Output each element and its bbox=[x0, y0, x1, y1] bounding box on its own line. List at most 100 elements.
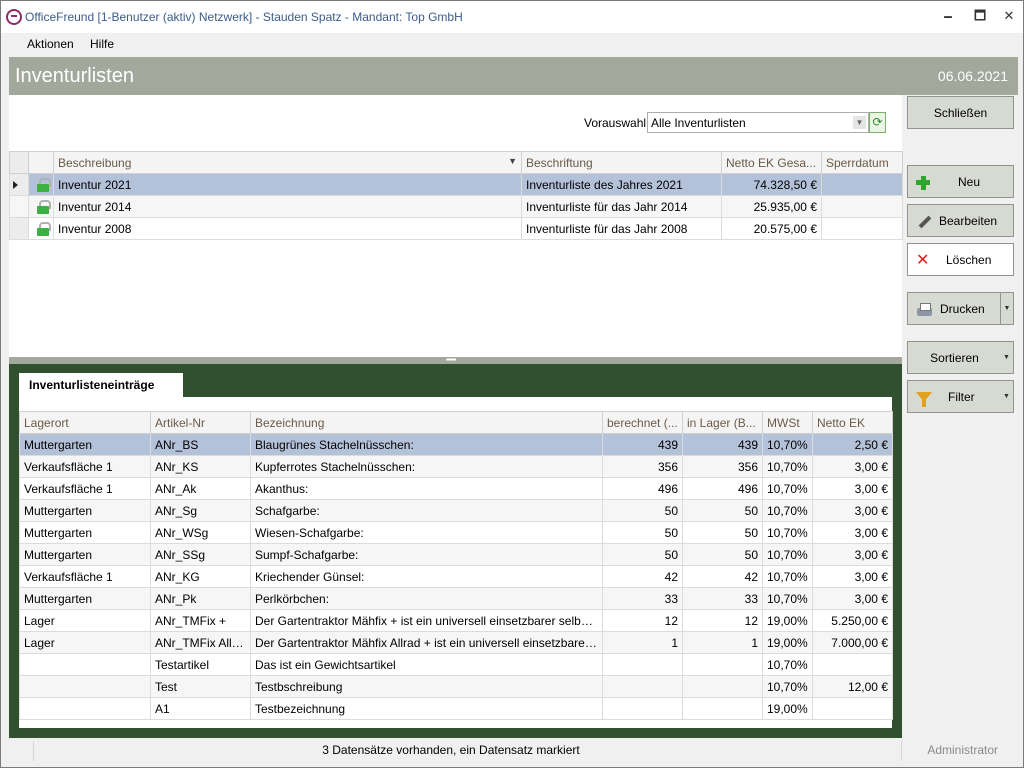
chevron-down-icon[interactable]: ▼ bbox=[1000, 293, 1013, 324]
cell-mwst: 19,00% bbox=[762, 697, 813, 720]
col-netto-ek[interactable]: Netto EK bbox=[812, 411, 893, 434]
cell-lagerort: Muttergarten bbox=[19, 499, 151, 522]
table-row[interactable]: Muttergarten ANr_WSg Wiesen-Schafgarbe: 50 5… bbox=[19, 521, 893, 544]
col-in-lager[interactable]: in Lager (B... bbox=[682, 411, 763, 434]
edit-button[interactable]: Bearbeiten bbox=[907, 204, 1014, 237]
cell-bezeichnung: Der Gartentraktor Mähfix + ist ein unive… bbox=[250, 609, 603, 632]
filter-button[interactable]: Filter ▼ bbox=[907, 380, 1014, 413]
cell-berechnet: 496 bbox=[602, 477, 683, 500]
cell-bezeichnung: Akanthus: bbox=[250, 477, 603, 500]
table-row[interactable]: Verkaufsfläche 1 ANr_KG Kriechender Günsel… bbox=[19, 565, 893, 588]
table-row[interactable]: Lager ANr_TMFix + Der Gartentraktor Mähfix… bbox=[19, 609, 893, 632]
new-button[interactable]: Neu bbox=[907, 165, 1014, 198]
print-button[interactable]: Drucken ▼ bbox=[907, 292, 1014, 325]
cell-berechnet: 42 bbox=[602, 565, 683, 588]
table-row[interactable]: A1 Testbezeichnung 19,00% bbox=[19, 697, 893, 720]
sort-button[interactable]: Sortieren ▼ bbox=[907, 341, 1014, 374]
cell-bezeichnung: Perlkörbchen: bbox=[250, 587, 603, 610]
table-row[interactable]: Verkaufsfläche 1 ANr_KS Kupferrotes Stache… bbox=[19, 455, 893, 478]
grip-icon[interactable]: ▪▪▪▪▪ bbox=[446, 356, 456, 364]
plus-icon bbox=[916, 175, 932, 191]
lock-icon bbox=[37, 177, 51, 192]
lock-cell bbox=[28, 173, 54, 196]
cell-in-lager: 33 bbox=[682, 587, 763, 610]
vorauswahl-select[interactable]: Alle Inventurlisten ▼ bbox=[647, 112, 869, 133]
close-window-button[interactable]: ✕ bbox=[998, 7, 1020, 25]
cell-sperrdatum bbox=[821, 195, 903, 218]
cell-netto-ek bbox=[812, 653, 893, 676]
cell-artikel-nr: ANr_TMFix Allrad bbox=[150, 631, 251, 654]
col-bezeichnung[interactable]: Bezeichnung bbox=[250, 411, 603, 434]
cell-beschriftung: Inventurliste für das Jahr 2014 bbox=[521, 195, 722, 218]
table-row[interactable]: Muttergarten ANr_SSg Sumpf-Schafgarbe: 50 50… bbox=[19, 543, 893, 566]
cell-netto-ek: 3,00 € bbox=[812, 521, 893, 544]
chevron-down-icon[interactable]: ▼ bbox=[853, 116, 866, 129]
chevron-down-icon[interactable]: ▼ bbox=[1000, 342, 1013, 373]
edit-button-label: Bearbeiten bbox=[939, 214, 998, 228]
cell-artikel-nr: Test bbox=[150, 675, 251, 698]
table-row[interactable]: Verkaufsfläche 1 ANr_Ak Akanthus: 496 496 10,… bbox=[19, 477, 893, 500]
table-row[interactable]: Testartikel Das ist ein Gewichtsartikel 10… bbox=[19, 653, 893, 676]
page-title: Inventurlisten bbox=[15, 65, 134, 87]
close-button[interactable]: Schließen bbox=[907, 96, 1014, 129]
cell-berechnet: 33 bbox=[602, 587, 683, 610]
cell-in-lager: 50 bbox=[682, 499, 763, 522]
col-berechnet[interactable]: berechnet (... bbox=[602, 411, 683, 434]
cell-berechnet: 50 bbox=[602, 521, 683, 544]
table-row[interactable]: Muttergarten ANr_Sg Schafgarbe: 50 50 10,70% 3… bbox=[19, 499, 893, 522]
cell-artikel-nr: ANr_Sg bbox=[150, 499, 251, 522]
table-row[interactable]: Muttergarten ANr_Pk Perlkörbchen: 33 33 10,70… bbox=[19, 587, 893, 610]
cell-in-lager: 439 bbox=[682, 433, 763, 456]
col-artikel-nr[interactable]: Artikel-Nr bbox=[150, 411, 251, 434]
cell-artikel-nr: ANr_SSg bbox=[150, 543, 251, 566]
print-button-label: Drucken bbox=[940, 302, 985, 316]
pane-splitter[interactable]: ▪▪▪▪▪ bbox=[9, 356, 902, 364]
menu-aktionen[interactable]: Aktionen bbox=[27, 37, 74, 51]
col-netto-ek[interactable]: Netto EK Gesa... bbox=[721, 151, 822, 174]
cell-netto-ek: 3,00 € bbox=[812, 587, 893, 610]
tab-inventurlisteneintraege[interactable]: Inventurlisteneinträge bbox=[19, 373, 183, 397]
cell-bezeichnung: Testbschreibung bbox=[250, 675, 603, 698]
col-beschriftung[interactable]: Beschriftung bbox=[521, 151, 722, 174]
col-lagerort[interactable]: Lagerort bbox=[19, 411, 151, 434]
table-row[interactable]: Muttergarten ANr_BS Blaugrünes Stachelnüss… bbox=[19, 433, 893, 456]
cell-berechnet bbox=[602, 675, 683, 698]
table-row[interactable]: Inventur 2014 Inventurliste für das Jahr… bbox=[9, 195, 903, 218]
col-sperrdatum[interactable]: Sperrdatum bbox=[821, 151, 903, 174]
cell-netto-ek: 25.935,00 € bbox=[721, 195, 822, 218]
cell-beschriftung: Inventurliste für das Jahr 2008 bbox=[521, 217, 722, 240]
menu-hilfe[interactable]: Hilfe bbox=[90, 37, 114, 51]
cell-netto-ek: 12,00 € bbox=[812, 675, 893, 698]
status-text: 3 Datensätze vorhanden, ein Datensatz ma… bbox=[322, 743, 580, 757]
cell-netto-ek: 20.575,00 € bbox=[721, 217, 822, 240]
table-row[interactable]: Inventur 2021 Inventurliste des Jahres 2… bbox=[9, 173, 903, 196]
lock-cell bbox=[28, 195, 54, 218]
cell-bezeichnung: Das ist ein Gewichtsartikel bbox=[250, 653, 603, 676]
status-divider bbox=[901, 741, 902, 761]
current-row-icon bbox=[13, 180, 18, 189]
app-window: OfficeFreund [1-Benutzer (aktiv) Netzwer… bbox=[0, 0, 1024, 768]
delete-button[interactable]: ✕ Löschen bbox=[907, 243, 1014, 276]
cell-bezeichnung: Blaugrünes Stachelnüsschen: bbox=[250, 433, 603, 456]
cell-beschriftung: Inventurliste des Jahres 2021 bbox=[521, 173, 722, 196]
cell-netto-ek: 5.250,00 € bbox=[812, 609, 893, 632]
col-beschreibung[interactable]: Beschreibung ▼ bbox=[53, 151, 522, 174]
table-row[interactable]: Lager ANr_TMFix Allrad Der Gartentraktor M… bbox=[19, 631, 893, 654]
page-header: Inventurlisten 06.06.2021 bbox=[9, 57, 1018, 95]
cell-berechnet bbox=[602, 653, 683, 676]
cell-artikel-nr: ANr_KG bbox=[150, 565, 251, 588]
refresh-icon[interactable]: ⟳ bbox=[869, 112, 886, 133]
chevron-down-icon[interactable]: ▼ bbox=[1000, 381, 1013, 412]
cell-in-lager: 50 bbox=[682, 543, 763, 566]
minimize-button[interactable]: 🗕 bbox=[937, 7, 959, 25]
table-row[interactable]: Test Testbschreibung 10,70% 12,00 € bbox=[19, 675, 893, 698]
new-button-label: Neu bbox=[958, 175, 981, 189]
cell-mwst: 10,70% bbox=[762, 499, 813, 522]
table-row[interactable]: Inventur 2008 Inventurliste für das Jahr… bbox=[9, 217, 903, 240]
col-mwst[interactable]: MWSt bbox=[762, 411, 813, 434]
printer-icon bbox=[916, 302, 932, 318]
cell-netto-ek: 3,00 € bbox=[812, 543, 893, 566]
cell-artikel-nr: ANr_Ak bbox=[150, 477, 251, 500]
inventory-lists-pane: Vorauswahl: Alle Inventurlisten ▼ ⟳ Besc… bbox=[9, 95, 903, 357]
maximize-button[interactable]: 🗖 bbox=[969, 7, 991, 25]
